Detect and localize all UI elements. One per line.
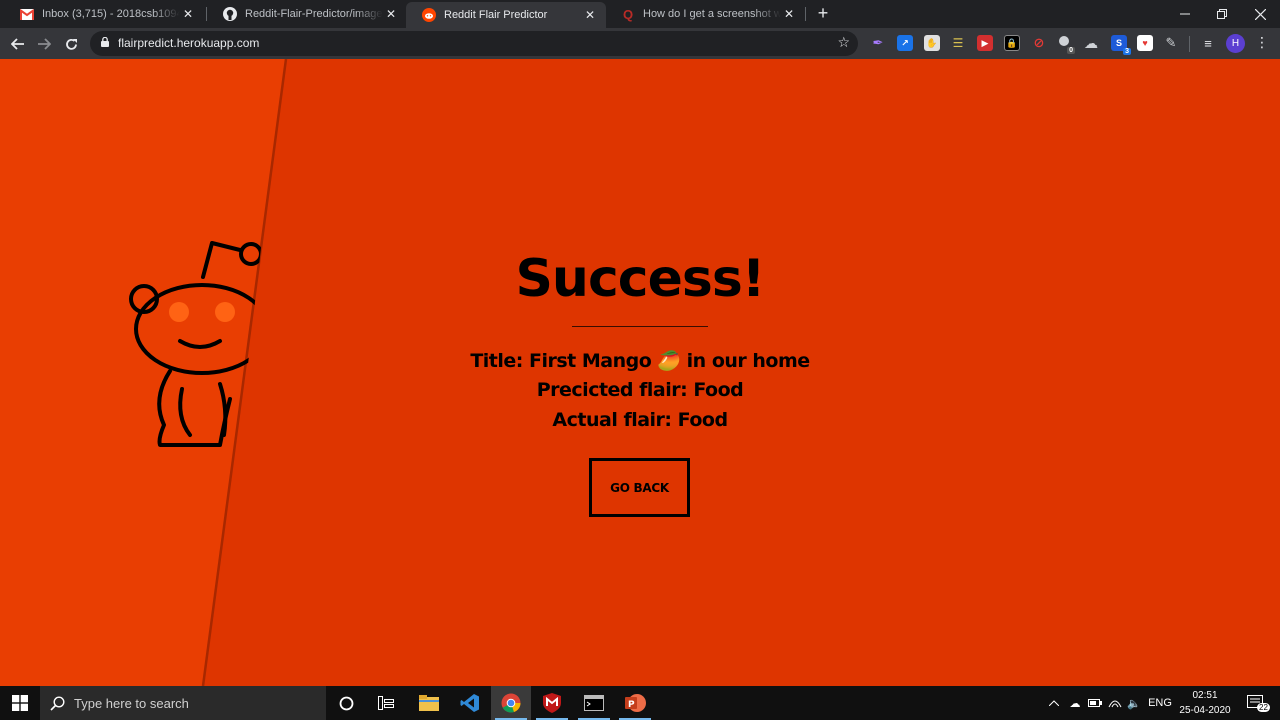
action-center-button[interactable]: 22 bbox=[1242, 686, 1270, 720]
heading-underline bbox=[572, 326, 708, 327]
mcafee-shield-icon bbox=[543, 693, 561, 713]
arrow-extension-icon[interactable]: ↗ bbox=[897, 35, 913, 51]
battery-icon[interactable] bbox=[1087, 686, 1103, 720]
close-tab-icon[interactable]: ✕ bbox=[781, 7, 797, 21]
cloud-extension-icon[interactable]: ☁ bbox=[1083, 35, 1099, 51]
tab-reddit-flair-predictor[interactable]: Reddit Flair Predictor ✕ bbox=[406, 2, 606, 28]
volume-icon[interactable]: 🔈 bbox=[1126, 686, 1142, 720]
success-heading: Success! bbox=[515, 249, 765, 309]
search-placeholder: Type here to search bbox=[74, 695, 189, 711]
quora-icon: Q bbox=[622, 6, 634, 22]
chevron-up-icon bbox=[1049, 700, 1059, 706]
close-tab-icon[interactable]: ✕ bbox=[582, 8, 598, 22]
tab-title: Reddit Flair Predictor bbox=[444, 9, 548, 21]
mcafee-button[interactable] bbox=[532, 686, 572, 720]
tab-github[interactable]: Reddit-Flair-Predictor/images at master … bbox=[207, 0, 407, 28]
toolbar-separator bbox=[1189, 36, 1190, 52]
tab-strip: Inbox (3,715) - 2018csb1094@iitrpr.ac.in… bbox=[0, 0, 1280, 28]
wifi-icon[interactable] bbox=[1106, 686, 1124, 720]
vscode-icon bbox=[460, 694, 479, 712]
new-tab-button[interactable]: + bbox=[814, 4, 832, 22]
notification-count-badge: 22 bbox=[1257, 703, 1270, 712]
bookmark-star-icon[interactable]: ☆ bbox=[837, 34, 850, 51]
forward-arrow-icon bbox=[38, 38, 51, 50]
profile-avatar[interactable]: H bbox=[1226, 34, 1245, 53]
chrome-menu-icon[interactable]: ⋮ bbox=[1255, 34, 1269, 51]
task-view-button[interactable] bbox=[366, 686, 406, 720]
system-clock[interactable]: 02:51 25-04-2020 bbox=[1170, 688, 1240, 718]
chrome-button[interactable] bbox=[491, 686, 531, 720]
pen-extension-icon[interactable]: ✎ bbox=[1163, 35, 1179, 51]
vscode-button[interactable] bbox=[450, 686, 490, 720]
reddit-icon bbox=[422, 8, 436, 22]
github-icon bbox=[223, 7, 237, 21]
forward-button[interactable] bbox=[33, 33, 55, 55]
search-icon bbox=[50, 695, 65, 711]
predicted-flair-line: Precicted flair: Food bbox=[536, 379, 744, 401]
clock-date: 25-04-2020 bbox=[1179, 705, 1231, 716]
pocket-extension-icon[interactable]: ♥ bbox=[1137, 35, 1153, 51]
media-control-icon[interactable]: ≡ bbox=[1200, 35, 1216, 51]
s-extension-icon[interactable]: S 3 bbox=[1111, 35, 1131, 55]
browser-toolbar: flairpredict.herokuapp.com ☆ ✒ ↗ ✋ ☰ ▶ 🔒… bbox=[0, 28, 1280, 59]
tab-title: Inbox (3,715) - 2018csb1094@iitrpr.ac.in bbox=[42, 8, 180, 20]
gmail-icon bbox=[20, 7, 34, 21]
folder-icon bbox=[419, 695, 439, 711]
close-window-button[interactable] bbox=[1241, 0, 1279, 28]
chrome-icon bbox=[501, 693, 521, 713]
lock-extension-icon[interactable]: 🔒 bbox=[1004, 35, 1020, 51]
tab-gmail[interactable]: Inbox (3,715) - 2018csb1094@iitrpr.ac.in… bbox=[4, 0, 204, 28]
reload-icon bbox=[65, 38, 77, 50]
address-bar[interactable]: flairpredict.herokuapp.com ☆ bbox=[90, 31, 858, 56]
list-extension-icon[interactable]: ☰ bbox=[950, 35, 966, 51]
block-extension-icon[interactable]: ⊘ bbox=[1031, 35, 1047, 51]
reload-button[interactable] bbox=[60, 33, 82, 55]
start-button[interactable] bbox=[0, 686, 40, 720]
tab-title: How do I get a screenshot with a bbox=[643, 8, 781, 20]
file-explorer-button[interactable] bbox=[409, 686, 449, 720]
extension-badge: 0 bbox=[1067, 47, 1075, 54]
hand-extension-icon[interactable]: ✋ bbox=[924, 35, 940, 51]
back-button[interactable] bbox=[7, 33, 29, 55]
page-content: Success! Title: First Mango 🥭 in our hom… bbox=[0, 59, 1280, 686]
actual-flair-line: Actual flair: Food bbox=[552, 409, 728, 431]
cortana-circle-icon bbox=[339, 696, 353, 710]
video-extension-icon[interactable]: ▶ bbox=[977, 35, 993, 51]
lock-icon bbox=[101, 37, 109, 47]
post-title-line: Title: First Mango 🥭 in our home bbox=[470, 350, 810, 372]
tab-title: Reddit-Flair-Predictor/images at master bbox=[245, 8, 383, 20]
go-back-button[interactable]: GO BACK bbox=[589, 458, 690, 517]
back-arrow-icon bbox=[11, 38, 24, 50]
close-tab-icon[interactable]: ✕ bbox=[180, 7, 196, 21]
feather-extension-icon[interactable]: ✒ bbox=[870, 35, 886, 51]
url-text: flairpredict.herokuapp.com bbox=[118, 36, 260, 50]
powerpoint-icon: P bbox=[625, 694, 646, 712]
terminal-button[interactable] bbox=[574, 686, 614, 720]
minimize-button[interactable] bbox=[1166, 0, 1204, 28]
restore-button[interactable] bbox=[1203, 0, 1241, 28]
tab-separator bbox=[805, 7, 806, 21]
windows-taskbar: Type here to search P ☁ 🔈 ENG 02:51 25-0… bbox=[0, 686, 1280, 720]
extension-with-badge[interactable]: 0 bbox=[1057, 35, 1075, 54]
onedrive-icon[interactable]: ☁ bbox=[1066, 686, 1084, 720]
terminal-icon bbox=[584, 695, 604, 711]
show-hidden-icons-button[interactable] bbox=[1046, 686, 1062, 720]
taskbar-search-box[interactable]: Type here to search bbox=[40, 686, 326, 720]
cortana-button[interactable] bbox=[326, 686, 366, 720]
windows-logo-icon bbox=[12, 695, 28, 711]
tab-quora[interactable]: Q How do I get a screenshot with a ✕ bbox=[605, 0, 805, 28]
clock-time: 02:51 bbox=[1192, 690, 1218, 701]
task-view-icon bbox=[378, 696, 394, 710]
close-tab-icon[interactable]: ✕ bbox=[383, 7, 399, 21]
powerpoint-button[interactable]: P bbox=[615, 686, 655, 720]
extension-badge: 3 bbox=[1123, 48, 1131, 55]
svg-text:P: P bbox=[628, 700, 635, 710]
